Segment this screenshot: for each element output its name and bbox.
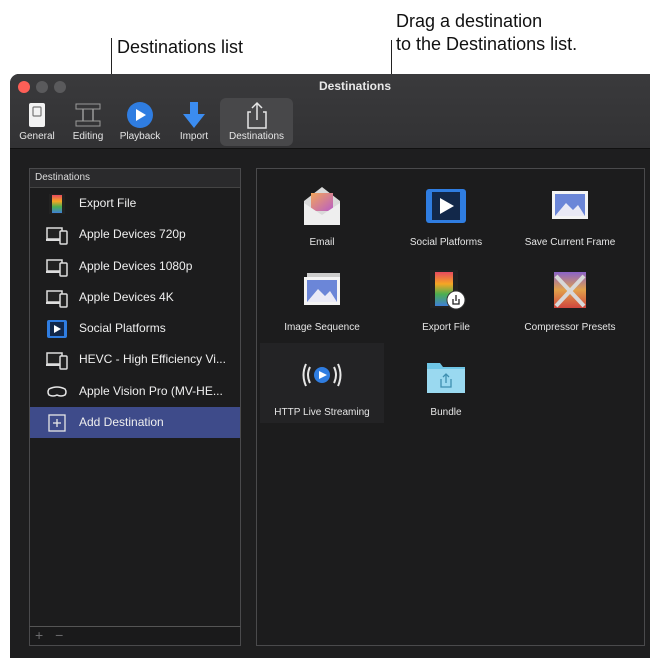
titlebar: Destinations General Editing Playback Im… <box>10 74 650 149</box>
template-label: Bundle <box>430 407 462 418</box>
list-item-label: HEVC - High Efficiency Vi... <box>79 352 226 367</box>
destinations-list: Destinations Export File Apple Devices 7… <box>29 168 241 646</box>
devices-icon <box>46 227 68 246</box>
film-strip-icon <box>75 103 101 127</box>
email-icon <box>304 187 340 225</box>
share-icon <box>246 101 267 129</box>
list-item-hevc[interactable]: HEVC - High Efficiency Vi... <box>30 344 240 375</box>
toolbar-destinations-label: Destinations <box>228 131 285 142</box>
template-save-current-frame[interactable]: Save Current Frame <box>508 173 632 253</box>
template-image-sequence[interactable]: Image Sequence <box>260 258 384 338</box>
template-label: Export File <box>422 322 470 333</box>
remove-destination-button[interactable]: − <box>55 627 63 643</box>
save-frame-icon <box>552 191 588 219</box>
toolbar-editing-label: Editing <box>72 131 104 142</box>
live-streaming-icon <box>302 363 342 387</box>
list-item-label: Apple Devices 720p <box>79 227 186 242</box>
list-item-apple-devices-720p[interactable]: Apple Devices 720p <box>30 219 240 250</box>
template-compressor-presets[interactable]: Compressor Presets <box>508 258 632 338</box>
list-footer: + − <box>29 626 241 646</box>
social-play-icon <box>47 320 67 339</box>
play-icon <box>127 102 153 128</box>
bundle-folder-icon <box>427 363 465 393</box>
template-email[interactable]: Email <box>260 173 384 253</box>
add-box-icon <box>48 414 66 432</box>
list-item-label: Export File <box>79 196 137 210</box>
social-platforms-icon <box>426 189 466 223</box>
template-label: Compressor Presets <box>524 322 616 333</box>
template-http-live-streaming[interactable]: HTTP Live Streaming <box>260 343 384 423</box>
general-switch-icon <box>29 103 45 127</box>
list-item-add-destination[interactable]: Add Destination <box>30 407 240 439</box>
toolbar-import-label: Import <box>179 131 209 142</box>
template-label: Social Platforms <box>409 237 483 248</box>
template-label: Save Current Frame <box>524 237 616 248</box>
toolbar-playback-label: Playback <box>119 131 161 142</box>
list-item-label: Apple Devices 1080p <box>79 258 193 273</box>
toolbar-import[interactable]: Import <box>173 98 215 146</box>
template-bundle[interactable]: Bundle <box>384 343 508 423</box>
toolbar-destinations[interactable]: Destinations <box>220 98 293 146</box>
toolbar-general[interactable]: General <box>14 98 60 146</box>
callout-line-1: Drag a destination <box>396 11 543 31</box>
window-title: Destinations <box>318 79 391 93</box>
template-social-platforms[interactable]: Social Platforms <box>384 173 508 253</box>
callout-line-2: to the Destinations list. <box>396 34 578 54</box>
list-item-label: Apple Vision Pro (MV-HE... <box>79 383 223 398</box>
destination-templates-grid: Email Social Platforms Save Current Fram… <box>256 168 645 646</box>
template-label: HTTP Live Streaming <box>274 407 370 418</box>
list-item-label: Apple Devices 4K <box>79 289 174 304</box>
add-destination-button[interactable]: + <box>35 627 43 643</box>
preferences-window: Destinations General Editing Playback Im… <box>10 74 650 658</box>
list-item-social-platforms[interactable]: Social Platforms <box>30 313 240 344</box>
template-export-file[interactable]: Export File <box>384 258 508 338</box>
callout-destinations-list: Destinations list <box>117 37 244 57</box>
template-label: Image Sequence <box>284 322 360 333</box>
devices-icon <box>46 290 68 308</box>
template-label: Email <box>309 237 335 248</box>
vision-pro-icon <box>47 386 67 397</box>
download-arrow-icon <box>183 102 205 128</box>
callout-drag-destination: Drag a destination to the Destinations l… <box>396 10 577 56</box>
compressor-icon <box>554 272 586 308</box>
destinations-list-header: Destinations <box>30 169 240 188</box>
export-file-icon <box>430 270 466 310</box>
toolbar-playback[interactable]: Playback <box>116 98 164 146</box>
list-item-apple-vision-pro[interactable]: Apple Vision Pro (MV-HE... <box>30 376 240 407</box>
toolbar-general-label: General <box>19 131 55 142</box>
image-sequence-icon <box>304 273 340 305</box>
toolbar-editing[interactable]: Editing <box>65 98 111 146</box>
devices-icon <box>46 258 68 277</box>
list-item-apple-devices-1080p[interactable]: Apple Devices 1080p <box>30 251 240 282</box>
list-item-label: Add Destination <box>79 415 164 430</box>
film-icon <box>49 194 65 214</box>
list-item-label: Social Platforms <box>79 321 166 336</box>
devices-icon <box>46 352 68 371</box>
list-item-apple-devices-4k[interactable]: Apple Devices 4K <box>30 282 240 313</box>
list-item-export-file[interactable]: Export File <box>30 188 240 219</box>
